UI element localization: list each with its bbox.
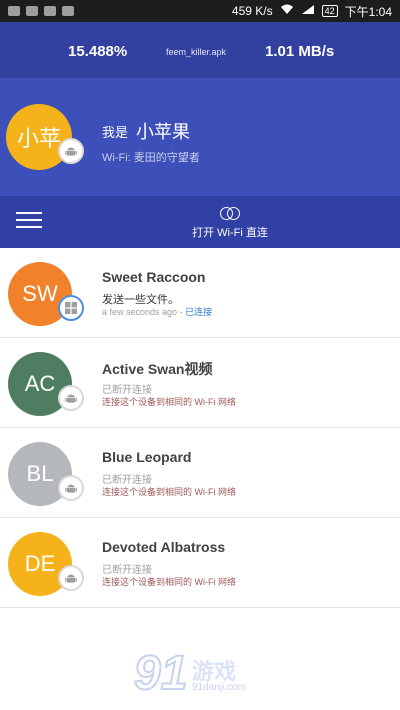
menu-button[interactable] [16,209,44,231]
device-name: Blue Leopard [102,449,192,465]
profile-prefix: 我是 [102,125,129,140]
shield-icon [62,6,74,16]
device-row[interactable]: DE Devoted Albatross 已断开连接 连接这个设备到相同的 Wi… [0,518,400,608]
device-status-time: a few seconds ago [102,307,178,317]
wifi-direct-icon [218,206,242,220]
windows-icon [58,295,84,321]
device-status: 已断开连接 [102,385,152,396]
device-initials: SW [22,281,58,306]
device-status: 已断开连接 [102,475,152,486]
app-icon [44,6,56,16]
signal-icon [301,4,315,18]
status-bar: 459 K/s 42 下午1:04 [0,0,400,22]
profile-name[interactable]: 小苹果 [136,118,190,144]
transfer-speed: 1.01 MB/s [265,43,335,60]
profile-wifi-network: Wi-Fi: 麦田的守望者 [102,152,200,164]
device-row[interactable]: AC Active Swan视频 已断开连接 连接这个设备到相同的 Wi-Fi … [0,338,400,428]
device-row[interactable]: SW Sweet Raccoon 发送一些文件。 a few seconds a… [0,248,400,338]
wifi-direct-toggle[interactable]: 打开 Wi-Fi 直连 [180,206,280,242]
watermark-number: 91 [133,646,188,701]
device-list: SW Sweet Raccoon 发送一些文件。 a few seconds a… [0,248,400,710]
android-icon [58,385,84,411]
clock: 下午1:04 [344,4,392,19]
android-icon [58,475,84,501]
device-hint: 连接这个设备到相同的 Wi-Fi 网络 [102,397,236,407]
watermark-url: 91danji.com [192,682,246,693]
device-name: Devoted Albatross [102,539,226,555]
device-initials: BL [26,461,54,486]
photo-icon [8,6,20,16]
status-bar-notifications [8,6,74,16]
wifi-icon [280,4,294,18]
android-icon [58,565,84,591]
battery-icon: 42 [321,5,338,17]
menu-icon-line [16,212,42,214]
transfer-percent: 15.488% [68,43,128,60]
profile-header: 小苹 我是 小苹果 Wi-Fi: 麦田的守望者 [0,78,400,196]
transfer-filename: feem_killer.apk [166,47,227,57]
android-icon [58,138,84,164]
watermark-logo: 91 游戏 91danji.com [133,646,274,706]
my-avatar-text: 小苹 [16,126,61,151]
toolbar: 打开 Wi-Fi 直连 [0,196,400,248]
transfer-progress-bar[interactable]: 15.488% feem_killer.apk 1.01 MB/s [0,22,400,78]
status-bar-system: 459 K/s 42 下午1:04 [232,3,392,20]
menu-icon-line [16,226,42,228]
device-row[interactable]: BL Blue Leopard 已断开连接 连接这个设备到相同的 Wi-Fi 网… [0,428,400,518]
cloud-icon [26,6,38,16]
network-speed: 459 K/s [231,4,273,18]
wifi-direct-label: 打开 Wi-Fi 直连 [192,227,268,239]
device-name: Sweet Raccoon [102,269,206,285]
device-status: 已断开连接 [102,565,152,576]
menu-icon-line [16,219,42,221]
device-status: a few seconds ago - 已连接 [102,305,212,318]
device-name: Active Swan视频 [102,361,213,377]
device-hint: 连接这个设备到相同的 Wi-Fi 网络 [102,487,236,497]
device-initials: DE [24,551,56,576]
device-initials: AC [24,371,56,396]
device-status-separator: - [177,307,186,317]
device-hint: 连接这个设备到相同的 Wi-Fi 网络 [102,577,236,587]
device-status-connected: 已连接 [185,307,213,317]
